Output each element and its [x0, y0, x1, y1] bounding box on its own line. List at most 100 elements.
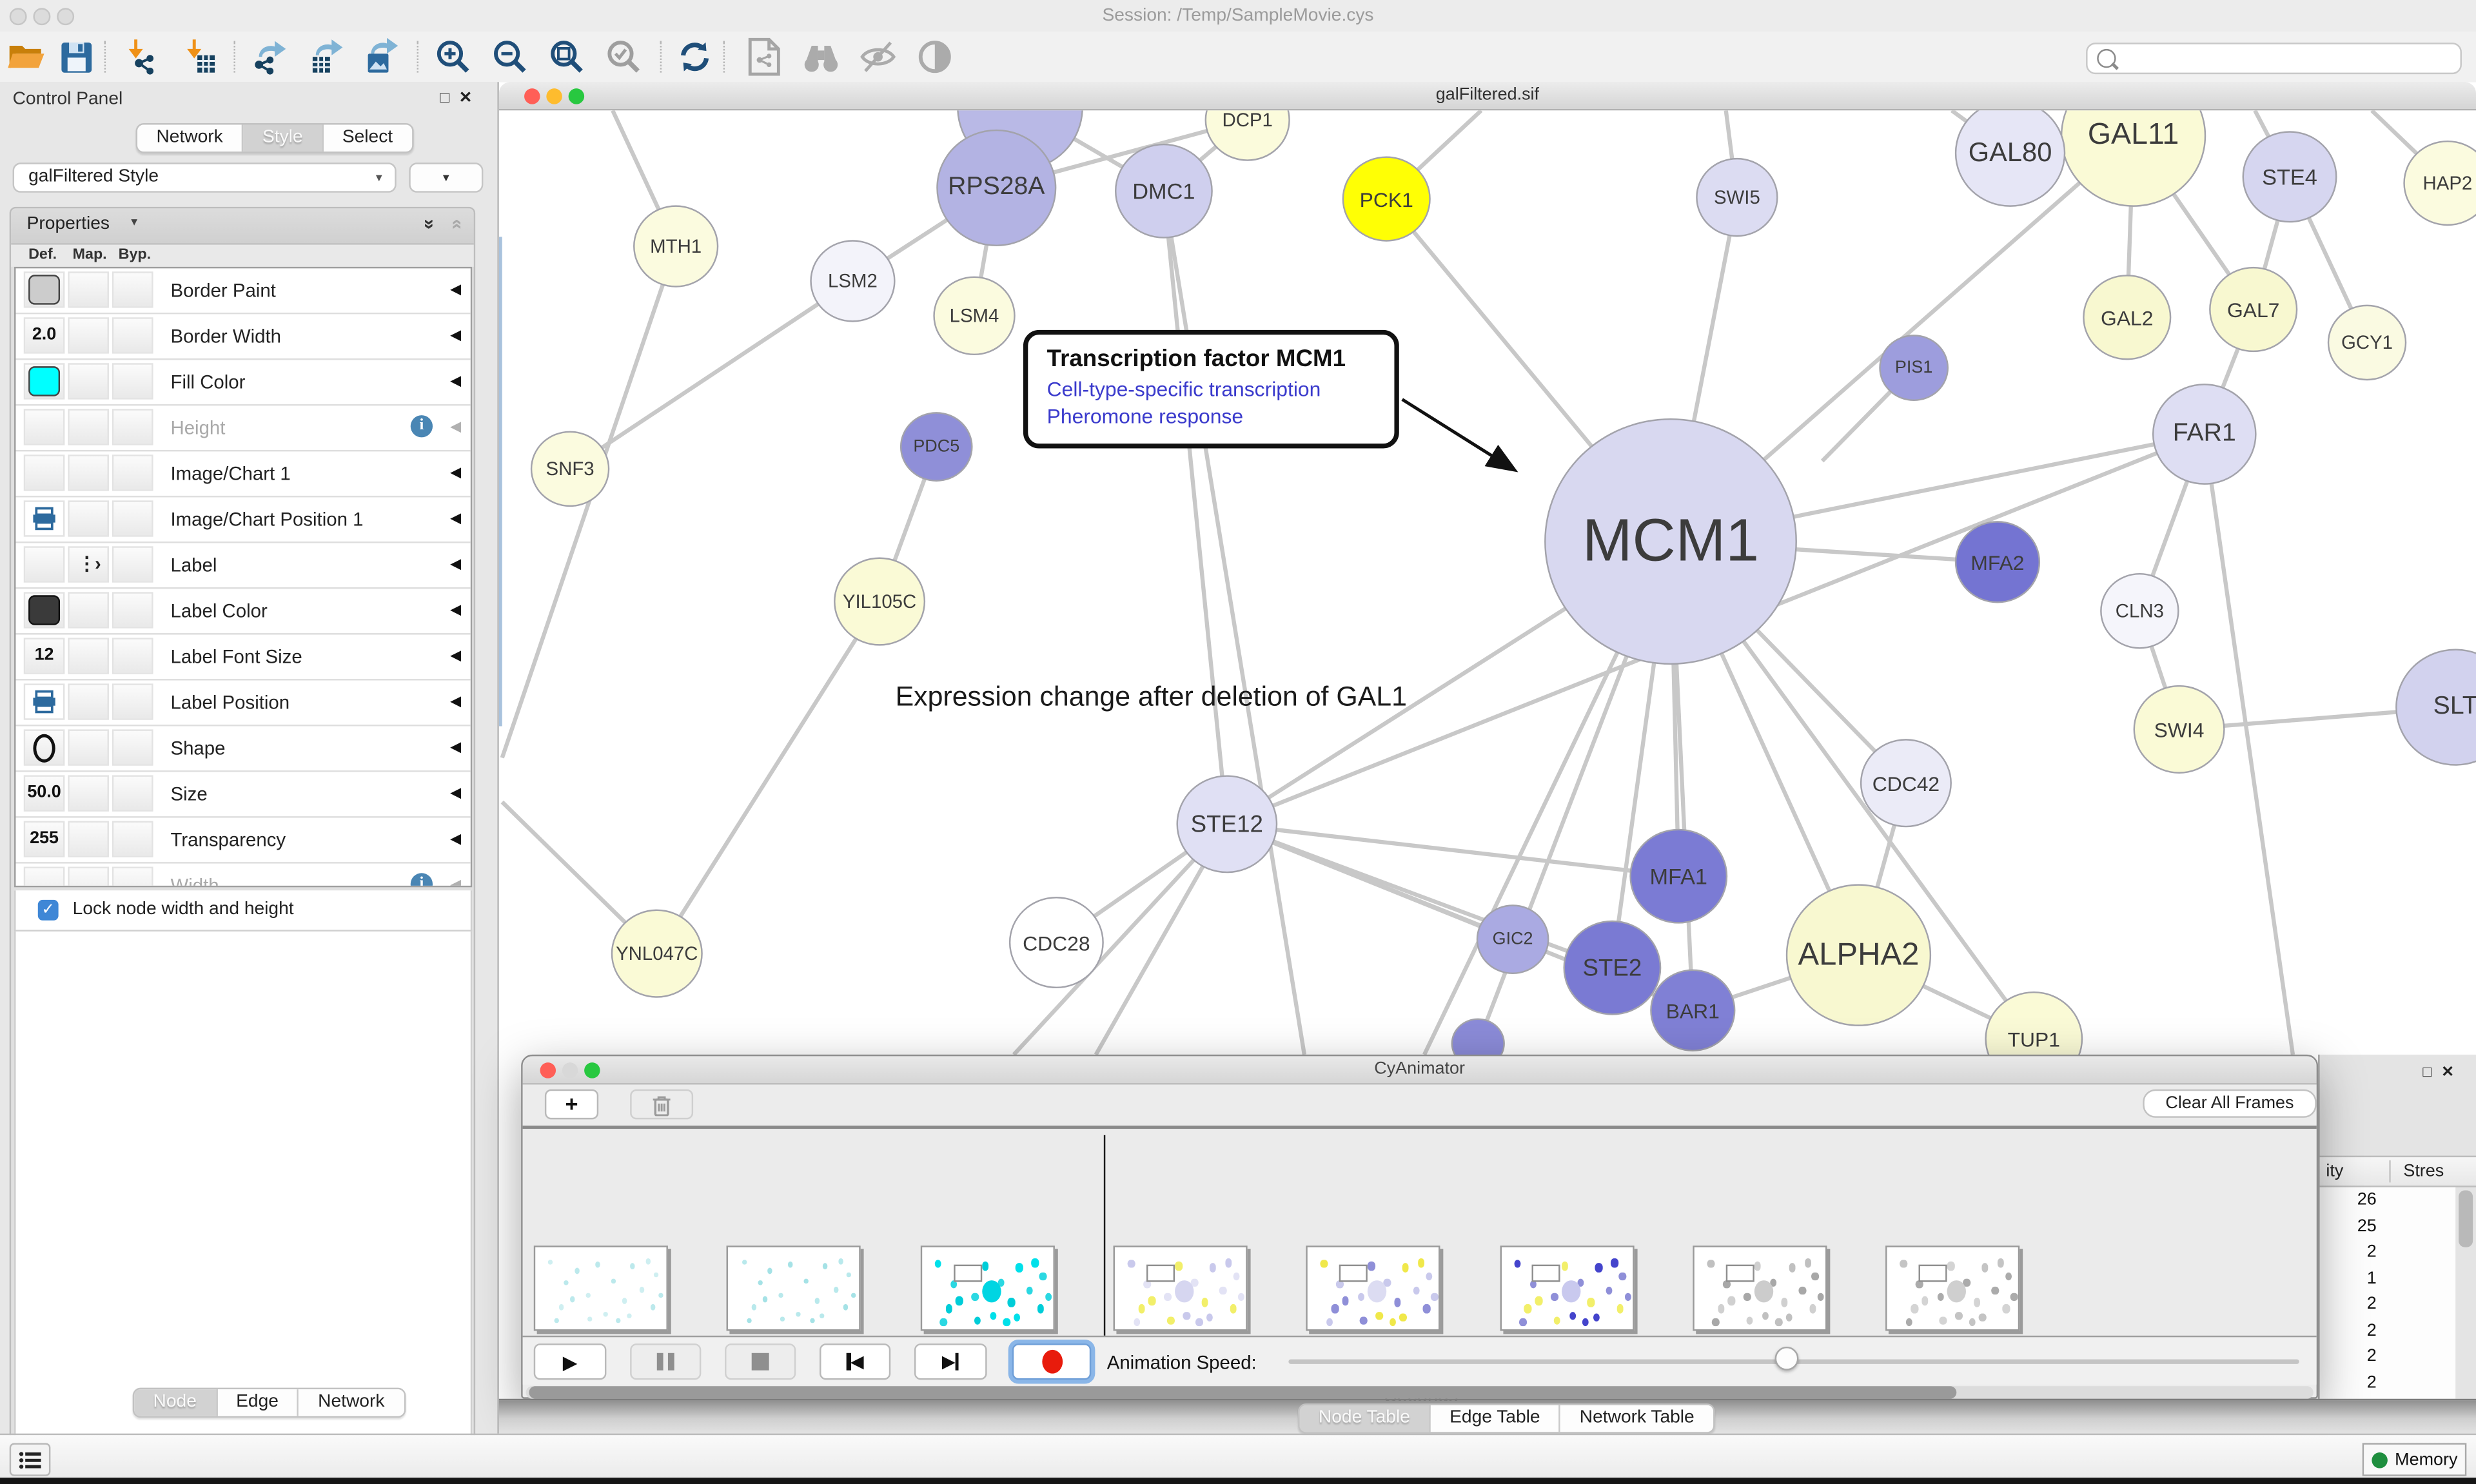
bypass-cell[interactable] — [112, 592, 153, 628]
animation-frame[interactable] — [1306, 1245, 1440, 1331]
skip-to-start-button[interactable]: ◀ — [820, 1343, 890, 1380]
timeline-scrollbar[interactable] — [526, 1386, 2314, 1399]
default-value-cell[interactable] — [24, 592, 65, 628]
expand-property-icon[interactable]: ◀ — [450, 830, 461, 848]
mapping-cell[interactable] — [68, 821, 109, 857]
mapping-cell[interactable] — [68, 592, 109, 628]
default-value-cell[interactable] — [24, 729, 65, 765]
mapping-cell[interactable]: ⋮› — [68, 546, 109, 582]
search-input[interactable] — [2122, 47, 2444, 69]
mapping-cell[interactable] — [68, 683, 109, 719]
zoom-in-button[interactable] — [429, 36, 477, 77]
animation-frame[interactable] — [727, 1245, 861, 1331]
mapping-cell[interactable] — [68, 363, 109, 399]
skip-to-end-button[interactable]: ▶ — [914, 1343, 987, 1380]
tab-select[interactable]: Select — [323, 124, 411, 151]
tab-edge[interactable]: Edge — [217, 1389, 299, 1416]
show-panels-button[interactable] — [10, 1443, 51, 1476]
mapping-cell[interactable] — [68, 454, 109, 491]
animation-frame[interactable] — [1499, 1245, 1633, 1331]
property-row[interactable]: 12Label Font Size◀ — [15, 634, 470, 680]
checkbox-checked-icon[interactable]: ✓ — [38, 900, 59, 921]
float-panel-icon[interactable]: □ — [440, 90, 459, 108]
expand-property-icon[interactable]: ◀ — [450, 281, 461, 298]
apply-layout-button[interactable] — [671, 36, 718, 77]
network-window-titlebar[interactable]: galFiltered.sif — [499, 82, 2476, 110]
default-value-cell[interactable] — [24, 409, 65, 445]
property-row[interactable]: Label Position◀ — [15, 681, 470, 727]
annotation-link[interactable]: Cell-type-specific transcription — [1047, 377, 1379, 401]
cyanimator-titlebar[interactable]: CyAnimator — [523, 1056, 2317, 1084]
timeline[interactable]: Seconds 0123456789 — [523, 1129, 2317, 1336]
info-icon[interactable]: i — [411, 415, 433, 437]
default-value-cell[interactable]: 255 — [24, 821, 65, 857]
expand-property-icon[interactable]: ◀ — [450, 785, 461, 802]
property-row[interactable]: 50.0Size◀ — [15, 772, 470, 818]
expand-property-icon[interactable]: ◀ — [450, 373, 461, 390]
tab-style[interactable]: Style — [244, 124, 324, 151]
zoom-fit-button[interactable] — [543, 36, 590, 77]
import-network-button[interactable] — [117, 36, 164, 77]
bypass-cell[interactable] — [112, 775, 153, 811]
import-table-button[interactable] — [175, 36, 222, 77]
tab-network[interactable]: Network — [299, 1389, 404, 1416]
record-button[interactable] — [1012, 1343, 1091, 1380]
clear-all-frames-button[interactable]: Clear All Frames — [2143, 1089, 2316, 1118]
bypass-cell[interactable] — [112, 638, 153, 674]
default-value-cell[interactable] — [24, 454, 65, 491]
window-zoom-icon[interactable] — [57, 8, 74, 25]
bypass-cell[interactable] — [112, 454, 153, 491]
open-session-button[interactable] — [3, 36, 50, 77]
memory-button[interactable]: Memory — [2363, 1443, 2467, 1476]
mapping-cell[interactable] — [68, 729, 109, 765]
property-row[interactable]: Label Color◀ — [15, 589, 470, 634]
expand-property-icon[interactable]: ◀ — [450, 464, 461, 482]
mapping-cell[interactable] — [68, 638, 109, 674]
zoom-out-button[interactable] — [486, 36, 533, 77]
minimize-window-icon[interactable] — [546, 88, 562, 104]
bypass-cell[interactable] — [112, 729, 153, 765]
annotation-link[interactable]: Pheromone response — [1047, 404, 1379, 428]
default-value-cell[interactable]: 50.0 — [24, 775, 65, 811]
close-window-icon[interactable] — [540, 1062, 556, 1078]
default-value-cell[interactable]: 2.0 — [24, 317, 65, 353]
expand-property-icon[interactable]: ◀ — [450, 556, 461, 573]
properties-header[interactable]: Properties ▾ » » — [11, 208, 474, 244]
property-row[interactable]: Heighti◀ — [15, 405, 470, 451]
lock-size-row[interactable]: ✓ Lock node width and height — [14, 890, 472, 932]
expand-property-icon[interactable]: ◀ — [450, 693, 461, 710]
property-row[interactable]: Widthi◀ — [15, 864, 470, 888]
mapping-cell[interactable] — [68, 317, 109, 353]
mapping-cell[interactable] — [68, 500, 109, 536]
default-value-cell[interactable] — [24, 500, 65, 536]
add-frame-button[interactable]: + — [545, 1089, 598, 1120]
tab-node[interactable]: Node — [134, 1389, 217, 1416]
mapping-cell[interactable] — [68, 271, 109, 308]
default-value-cell[interactable]: 12 — [24, 638, 65, 674]
animation-frame[interactable] — [1113, 1245, 1247, 1331]
mapping-cell[interactable] — [68, 866, 109, 887]
property-row[interactable]: ⋮›Label◀ — [15, 543, 470, 589]
bypass-cell[interactable] — [112, 546, 153, 582]
default-value-cell[interactable] — [24, 363, 65, 399]
default-value-cell[interactable] — [24, 271, 65, 308]
tab-network[interactable]: Network — [137, 124, 244, 151]
expand-property-icon[interactable]: ◀ — [450, 739, 461, 756]
bypass-cell[interactable] — [112, 409, 153, 445]
annotation-box[interactable]: Transcription factor MCM1 Cell-type-spec… — [1023, 330, 1399, 449]
window-minimize-icon[interactable] — [33, 8, 50, 25]
scrollbar-thumb[interactable] — [529, 1386, 1956, 1399]
export-network-button[interactable] — [245, 36, 292, 77]
save-session-button[interactable] — [52, 36, 99, 77]
zoom-window-icon[interactable] — [584, 1062, 600, 1078]
default-value-cell[interactable] — [24, 866, 65, 887]
export-table-button[interactable] — [302, 36, 349, 77]
style-options-button[interactable]: ▾ — [409, 162, 483, 193]
property-row[interactable]: Image/Chart 1◀ — [15, 451, 470, 497]
property-row[interactable]: 2.0Border Width◀ — [15, 314, 470, 360]
expand-property-icon[interactable]: ◀ — [450, 647, 461, 665]
bypass-cell[interactable] — [112, 271, 153, 308]
bypass-cell[interactable] — [112, 866, 153, 887]
export-image-button[interactable] — [357, 36, 404, 77]
expand-property-icon[interactable]: ◀ — [450, 510, 461, 527]
